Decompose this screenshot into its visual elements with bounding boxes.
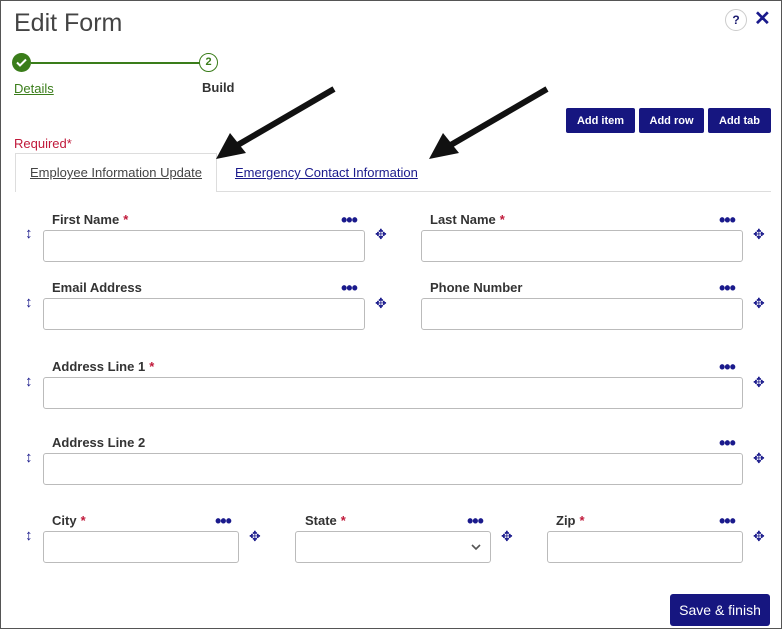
zip-input[interactable] <box>547 531 743 563</box>
edit-form-dialog: Edit Form ? ✕ 2 Details Build Add item A… <box>0 0 782 629</box>
close-icon[interactable]: ✕ <box>754 6 771 31</box>
last-name-input[interactable] <box>421 230 743 262</box>
address-line-2-more-icon[interactable]: ••• <box>719 434 736 452</box>
first-name-move-icon[interactable]: ✥ <box>375 226 387 243</box>
address-line-1-label: Address Line 1 * <box>52 359 155 374</box>
first-name-more-icon[interactable]: ••• <box>341 211 358 229</box>
state-label: State * <box>305 513 346 528</box>
stepper-progress-line <box>31 62 212 64</box>
address-line-1-input[interactable] <box>43 377 743 409</box>
state-select[interactable] <box>295 531 491 563</box>
dialog-title: Edit Form <box>14 9 123 37</box>
tab-bar-divider <box>217 191 771 192</box>
phone-number-label: Phone Number <box>430 280 523 295</box>
email-more-icon[interactable]: ••• <box>341 279 358 297</box>
address-line-1-more-icon[interactable]: ••• <box>719 358 736 376</box>
state-move-icon[interactable]: ✥ <box>501 528 513 545</box>
add-tab-button[interactable]: Add tab <box>708 108 771 133</box>
last-name-more-icon[interactable]: ••• <box>719 211 736 229</box>
city-move-icon[interactable]: ✥ <box>249 528 261 545</box>
email-address-label: Email Address <box>52 280 142 295</box>
zip-move-icon[interactable]: ✥ <box>753 528 765 545</box>
add-item-button[interactable]: Add item <box>566 108 635 133</box>
phone-move-icon[interactable]: ✥ <box>753 295 765 312</box>
tab-emergency-contact-information[interactable]: Emergency Contact Information <box>235 165 418 180</box>
annotation-arrow-right <box>429 86 549 159</box>
city-label: City * <box>52 513 86 528</box>
save-and-finish-button[interactable]: Save & finish <box>670 594 770 626</box>
step-details-link[interactable]: Details <box>14 81 54 96</box>
address-line-2-label: Address Line 2 <box>52 435 146 450</box>
state-more-icon[interactable]: ••• <box>467 512 484 530</box>
step-number-badge: 2 <box>199 53 218 72</box>
annotation-arrow-left <box>216 86 336 159</box>
required-legend: Required* <box>14 136 72 151</box>
tab-employee-information-update[interactable]: Employee Information Update <box>15 153 217 192</box>
last-name-move-icon[interactable]: ✥ <box>753 226 765 243</box>
email-move-icon[interactable]: ✥ <box>375 295 387 312</box>
row-drag-handle-icon[interactable]: ↕ <box>25 225 33 242</box>
address-line-2-input[interactable] <box>43 453 743 485</box>
chevron-down-icon <box>471 544 481 551</box>
phone-number-input[interactable] <box>421 298 743 330</box>
add-row-button[interactable]: Add row <box>639 108 704 133</box>
first-name-input[interactable] <box>43 230 365 262</box>
phone-more-icon[interactable]: ••• <box>719 279 736 297</box>
last-name-label: Last Name * <box>430 212 505 227</box>
zip-label: Zip * <box>556 513 585 528</box>
email-address-input[interactable] <box>43 298 365 330</box>
step-complete-icon <box>12 53 31 72</box>
zip-more-icon[interactable]: ••• <box>719 512 736 530</box>
city-input[interactable] <box>43 531 239 563</box>
row-drag-handle-icon[interactable]: ↕ <box>25 449 33 466</box>
row-drag-handle-icon[interactable]: ↕ <box>25 373 33 390</box>
help-icon[interactable]: ? <box>725 9 747 31</box>
city-more-icon[interactable]: ••• <box>215 512 232 530</box>
row-drag-handle-icon[interactable]: ↕ <box>25 294 33 311</box>
address-line-1-move-icon[interactable]: ✥ <box>753 374 765 391</box>
row-drag-handle-icon[interactable]: ↕ <box>25 527 33 544</box>
first-name-label: First Name * <box>52 212 129 227</box>
address-line-2-move-icon[interactable]: ✥ <box>753 450 765 467</box>
